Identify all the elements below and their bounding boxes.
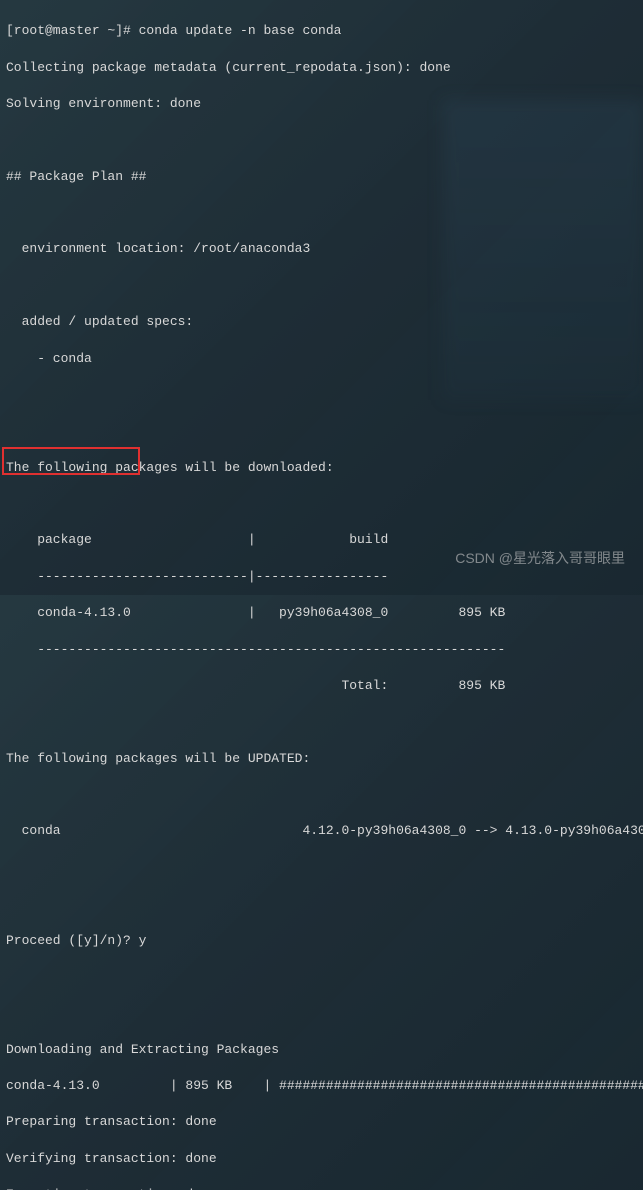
blank-line xyxy=(6,131,637,149)
section-heading: Downloading and Extracting Packages xyxy=(6,1041,637,1059)
shell-prompt: [root@master ~]# xyxy=(6,23,139,38)
section-heading: ## Package Plan ## xyxy=(6,168,637,186)
blank-line xyxy=(6,1004,637,1022)
blank-line xyxy=(6,495,637,513)
table-divider: ---------------------------|------------… xyxy=(6,568,637,586)
blank-line xyxy=(6,422,637,440)
blank-line xyxy=(6,859,637,877)
output-line: Verifying transaction: done xyxy=(6,1150,637,1168)
table-row: conda-4.13.0 | py39h06a4308_0 895 KB xyxy=(6,604,637,622)
progress-line: conda-4.13.0 | 895 KB | ################… xyxy=(6,1077,637,1095)
output-line: Collecting package metadata (current_rep… xyxy=(6,59,637,77)
blank-line xyxy=(6,204,637,222)
output-line: Solving environment: done xyxy=(6,95,637,113)
blank-line xyxy=(6,277,637,295)
output-line: Executing transaction: done xyxy=(6,1186,637,1190)
proceed-input[interactable]: y xyxy=(139,933,147,948)
table-divider: ----------------------------------------… xyxy=(6,641,637,659)
table-header: package | build xyxy=(6,531,637,549)
blank-line xyxy=(6,786,637,804)
shell-line: [root@master ~]# conda update -n base co… xyxy=(6,22,637,40)
command-text: conda update -n base conda xyxy=(139,23,342,38)
section-heading: The following packages will be UPDATED: xyxy=(6,750,637,768)
output-line: environment location: /root/anaconda3 xyxy=(6,240,637,258)
terminal-output: [root@master ~]# conda update -n base co… xyxy=(6,4,637,1190)
watermark-text: CSDN @星光落入哥哥眼里 xyxy=(455,549,625,569)
proceed-prompt: Proceed ([y]/n)? xyxy=(6,933,139,948)
blank-line xyxy=(6,968,637,986)
output-line: added / updated specs: xyxy=(6,313,637,331)
output-line: - conda xyxy=(6,350,637,368)
blank-line xyxy=(6,895,637,913)
proceed-line: Proceed ([y]/n)? y xyxy=(6,932,637,950)
section-heading: The following packages will be downloade… xyxy=(6,459,637,477)
table-total: Total: 895 KB xyxy=(6,677,637,695)
table-row: conda 4.12.0-py39h06a4308_0 --> 4.13.0-p… xyxy=(6,822,637,840)
blank-line xyxy=(6,713,637,731)
blank-line xyxy=(6,386,637,404)
output-line: Preparing transaction: done xyxy=(6,1113,637,1131)
